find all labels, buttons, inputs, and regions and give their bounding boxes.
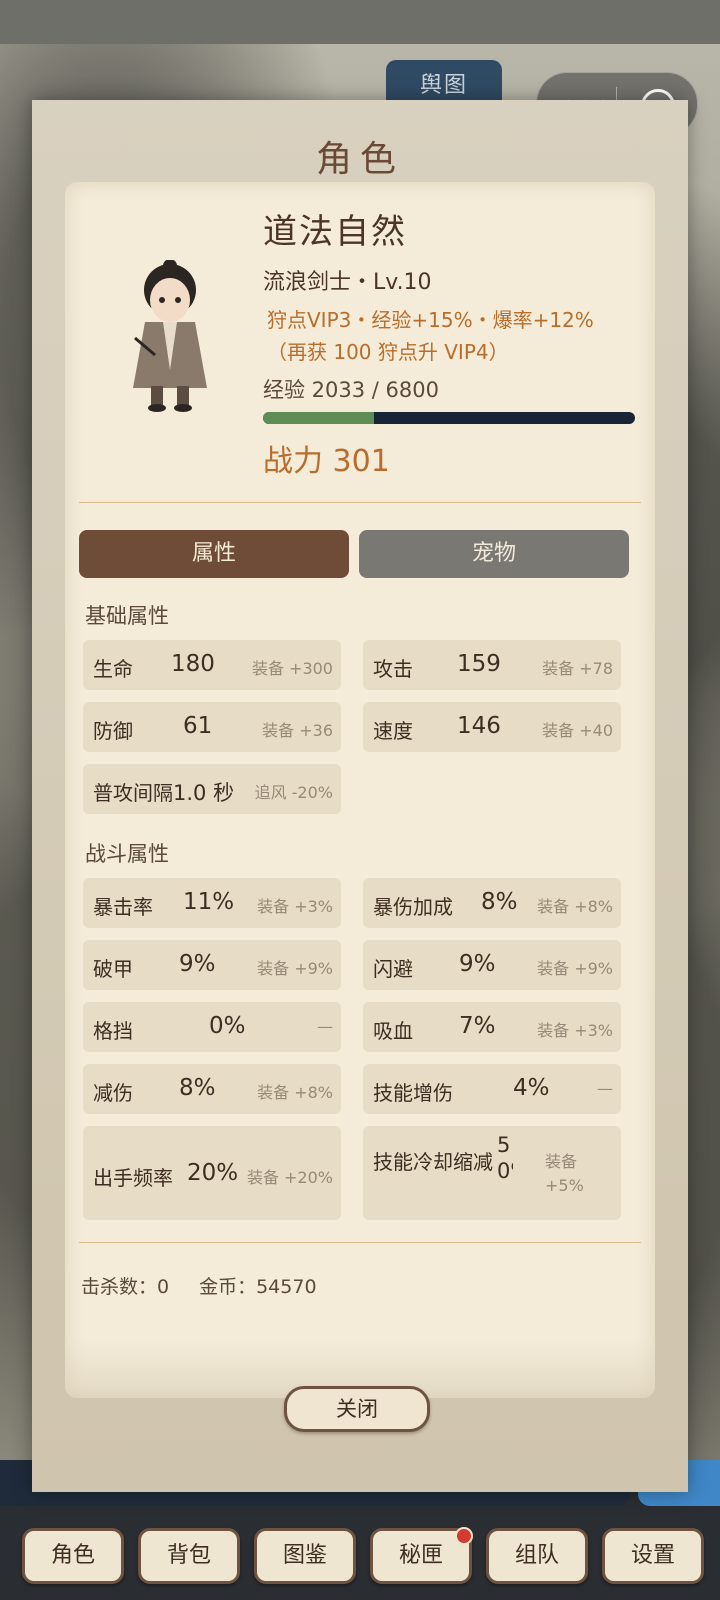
experience-bar-fill: [263, 412, 375, 424]
notification-badge: [455, 1527, 473, 1545]
experience-text: 经验 2033 / 6800: [263, 378, 439, 402]
stat-value: 7%: [459, 1013, 496, 1039]
stat-bonus: —: [317, 1017, 333, 1036]
vip-upgrade-hint: （再获 100 狩点升 VIP4）: [267, 340, 509, 364]
tab-attributes[interactable]: 属性: [79, 530, 349, 578]
stat-dodge: 闪避 9% 装备 +9%: [363, 940, 621, 990]
stat-value: 159: [457, 651, 501, 677]
stat-value: 9%: [179, 951, 216, 977]
stat-label: 破甲: [93, 957, 133, 981]
stat-attack: 攻击 159 装备 +78: [363, 640, 621, 690]
stat-attack-interval: 普攻间隔 1.0 秒 追风 -20%: [83, 764, 341, 814]
nav-secret-box[interactable]: 秘匣: [370, 1527, 473, 1584]
stat-bonus: 装备 +20%: [246, 1168, 333, 1187]
stat-action-frequency: 出手频率 20% 装备 +20%: [83, 1126, 341, 1220]
stat-skill-damage: 技能增伤 4% —: [363, 1064, 621, 1114]
stat-label: 闪避: [373, 957, 413, 981]
close-button[interactable]: 关闭: [284, 1386, 430, 1432]
stat-label: 暴伤加成: [373, 895, 453, 919]
stat-hp: 生命 180 装备 +300: [83, 640, 341, 690]
stat-label: 生命: [93, 657, 133, 681]
stat-bonus: 装备 +36: [262, 721, 333, 740]
nav-character[interactable]: 角色: [22, 1528, 124, 1584]
nav-team[interactable]: 组队: [486, 1528, 588, 1584]
stat-bonus: 装备 +9%: [257, 959, 333, 978]
experience-bar: [263, 412, 635, 424]
divider: [79, 502, 641, 503]
character-class-level: 流浪剑士・Lv.10: [263, 270, 432, 295]
stat-lifesteal: 吸血 7% 装备 +3%: [363, 1002, 621, 1052]
stat-block: 格挡 0% —: [83, 1002, 341, 1052]
stat-bonus: 装备 +9%: [537, 959, 613, 978]
nav-settings[interactable]: 设置: [602, 1528, 704, 1584]
stat-bonus: 装备 +300: [251, 659, 333, 678]
stat-label: 出手频率: [93, 1166, 173, 1190]
stat-label: 格挡: [93, 1019, 133, 1043]
stat-bonus: 追风 -20%: [254, 783, 333, 802]
stat-label: 普攻间隔: [93, 781, 173, 805]
stat-cooldown-reduction: 技能冷却缩减 50% 装备 +5%: [363, 1126, 621, 1220]
divider: [79, 1242, 641, 1243]
stat-bonus: 装备 +8%: [537, 897, 613, 916]
footer-stats: 击杀数：0 金币：54570: [81, 1272, 317, 1299]
character-panel: 道法自然 流浪剑士・Lv.10 狩点VIP3・经验+15%・爆率+12% （再获…: [65, 182, 655, 1398]
nav-backpack[interactable]: 背包: [138, 1528, 240, 1584]
stat-bonus: 装备 +3%: [257, 897, 333, 916]
stat-label: 技能冷却缩减: [373, 1150, 493, 1174]
gold-count: 金币：54570: [199, 1276, 317, 1298]
stat-label: 暴击率: [93, 895, 153, 919]
nav-codex[interactable]: 图鉴: [254, 1528, 356, 1584]
stat-value: 61: [183, 713, 213, 739]
nav-label: 秘匣: [398, 1543, 443, 1568]
stat-value: 1.0 秒: [173, 781, 235, 805]
basic-attributes-title: 基础属性: [85, 604, 169, 628]
stat-value: 9%: [459, 951, 496, 977]
stat-crit-rate: 暴击率 11% 装备 +3%: [83, 878, 341, 928]
stat-label: 技能增伤: [373, 1081, 453, 1105]
stat-bonus: 装备 +8%: [257, 1083, 333, 1102]
vip-status: 狩点VIP3・经验+15%・爆率+12%: [267, 308, 594, 332]
stat-value: 8%: [481, 889, 518, 915]
stat-label: 速度: [373, 719, 413, 743]
dialog-title: 角色: [315, 139, 404, 180]
stat-speed: 速度 146 装备 +40: [363, 702, 621, 752]
stat-value: 20%: [187, 1160, 239, 1186]
stat-bonus: 装备 +78: [542, 659, 613, 678]
stat-bonus: 装备 +5%: [545, 1152, 584, 1195]
character-avatar: [133, 260, 207, 412]
stat-label: 攻击: [373, 657, 413, 681]
top-status-bar: [0, 0, 720, 44]
stat-value: 11%: [183, 889, 235, 915]
stat-value: 8%: [179, 1075, 216, 1101]
stat-armor-break: 破甲 9% 装备 +9%: [83, 940, 341, 990]
stat-label: 吸血: [373, 1019, 413, 1043]
stat-value: 4%: [513, 1075, 550, 1101]
tab-pets[interactable]: 宠物: [359, 530, 629, 578]
stat-value: 180: [171, 651, 215, 677]
kill-count: 击杀数：0: [81, 1276, 170, 1298]
stat-label: 减伤: [93, 1081, 133, 1105]
character-name: 道法自然: [263, 212, 407, 252]
stat-crit-damage: 暴伤加成 8% 装备 +8%: [363, 878, 621, 928]
stat-damage-reduction: 减伤 8% 装备 +8%: [83, 1064, 341, 1114]
stat-label: 防御: [93, 719, 133, 743]
combat-power: 战力 301: [263, 444, 390, 479]
character-dialog: 角色 道法自然 流浪剑士・Lv.10 狩点VIP3・经验+15%・爆率+12% …: [32, 100, 688, 1492]
stat-bonus: —: [597, 1079, 613, 1098]
stat-bonus: 装备 +40: [542, 721, 613, 740]
stat-defense: 防御 61 装备 +36: [83, 702, 341, 752]
stat-bonus: 装备 +3%: [537, 1021, 613, 1040]
stat-value: 0%: [209, 1013, 246, 1039]
stat-value: 50%: [497, 1133, 513, 1183]
stat-value: 146: [457, 713, 501, 739]
combat-attributes-title: 战斗属性: [85, 842, 169, 866]
